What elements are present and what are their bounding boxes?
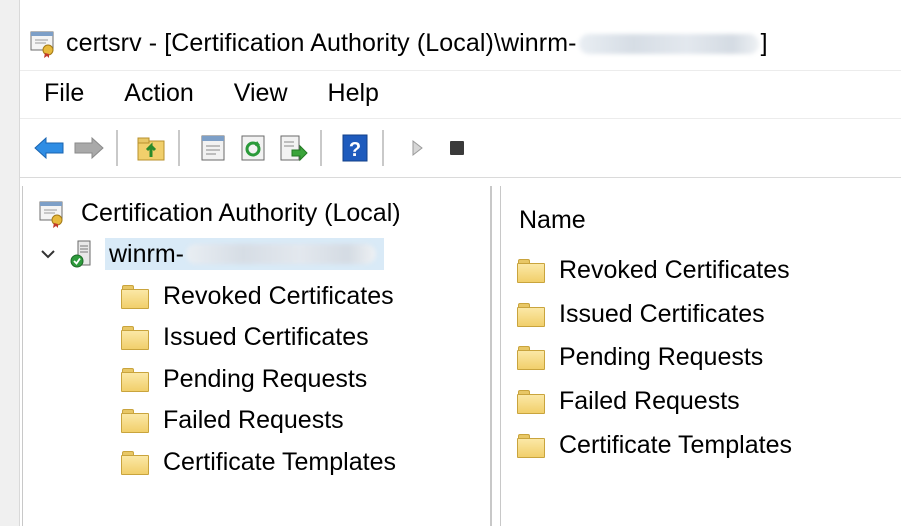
window-left-edge	[0, 0, 20, 526]
list-item[interactable]: Pending Requests	[517, 343, 763, 372]
folder-icon	[517, 433, 545, 458]
tree-ca-node[interactable]: winrm-	[39, 238, 384, 270]
refresh-icon[interactable]	[236, 131, 270, 165]
stop-service-icon[interactable]	[440, 131, 474, 165]
column-header-name[interactable]: Name	[519, 206, 586, 235]
toolbar-separator	[178, 130, 180, 166]
toolbar-separator	[116, 130, 118, 166]
toolbar-separator	[382, 130, 384, 166]
redacted-text	[578, 33, 759, 54]
menu-view[interactable]: View	[212, 79, 306, 108]
folder-icon	[121, 367, 149, 392]
tree-ca-node-label: winrm-	[105, 238, 384, 270]
console-tree-pane[interactable]: Certification Authority (Local) winrm- R…	[22, 186, 492, 526]
tree-item-issued-certificates[interactable]: Issued Certificates	[121, 323, 369, 352]
menu-action[interactable]: Action	[102, 79, 211, 108]
folder-icon	[121, 325, 149, 350]
list-item[interactable]: Certificate Templates	[517, 431, 792, 460]
folder-icon	[121, 284, 149, 309]
toolbar: ?	[20, 118, 901, 178]
title-bar: certsrv - [Certification Authority (Loca…	[20, 18, 901, 68]
list-item[interactable]: Failed Requests	[517, 387, 740, 416]
back-arrow-icon[interactable]	[32, 131, 66, 165]
toolbar-separator	[320, 130, 322, 166]
tree-item-failed-requests[interactable]: Failed Requests	[121, 406, 344, 435]
window-title: certsrv - [Certification Authority (Loca…	[66, 28, 768, 57]
list-item[interactable]: Revoked Certificates	[517, 256, 790, 285]
export-list-icon[interactable]	[276, 131, 310, 165]
tree-item-certificate-templates[interactable]: Certificate Templates	[121, 448, 396, 477]
menu-file[interactable]: File	[20, 79, 102, 108]
menu-bar: File Action View Help	[20, 70, 901, 116]
help-icon[interactable]: ?	[338, 131, 372, 165]
folder-icon	[517, 258, 545, 283]
certsrv-app-icon	[28, 28, 58, 58]
properties-icon[interactable]	[196, 131, 230, 165]
folder-icon	[517, 345, 545, 370]
chevron-down-icon[interactable]	[39, 245, 57, 263]
tree-item-pending-requests[interactable]: Pending Requests	[121, 365, 367, 394]
certification-authority-icon	[37, 198, 67, 228]
menu-help[interactable]: Help	[306, 79, 397, 108]
folder-icon	[121, 408, 149, 433]
folder-icon	[121, 450, 149, 475]
forward-arrow-icon[interactable]	[72, 131, 106, 165]
list-item[interactable]: Issued Certificates	[517, 300, 765, 329]
result-list-pane[interactable]: Name Revoked Certificates Issued Certifi…	[500, 186, 901, 526]
redacted-text	[186, 244, 376, 264]
folder-icon	[517, 389, 545, 414]
start-service-icon[interactable]	[400, 131, 434, 165]
tree-root-label: Certification Authority (Local)	[81, 198, 401, 227]
up-folder-icon[interactable]	[134, 131, 168, 165]
tree-root-node[interactable]: Certification Authority (Local)	[37, 198, 401, 228]
ca-server-icon	[69, 239, 95, 269]
tree-item-revoked-certificates[interactable]: Revoked Certificates	[121, 282, 394, 311]
svg-text:?: ?	[349, 139, 361, 161]
folder-icon	[517, 302, 545, 327]
